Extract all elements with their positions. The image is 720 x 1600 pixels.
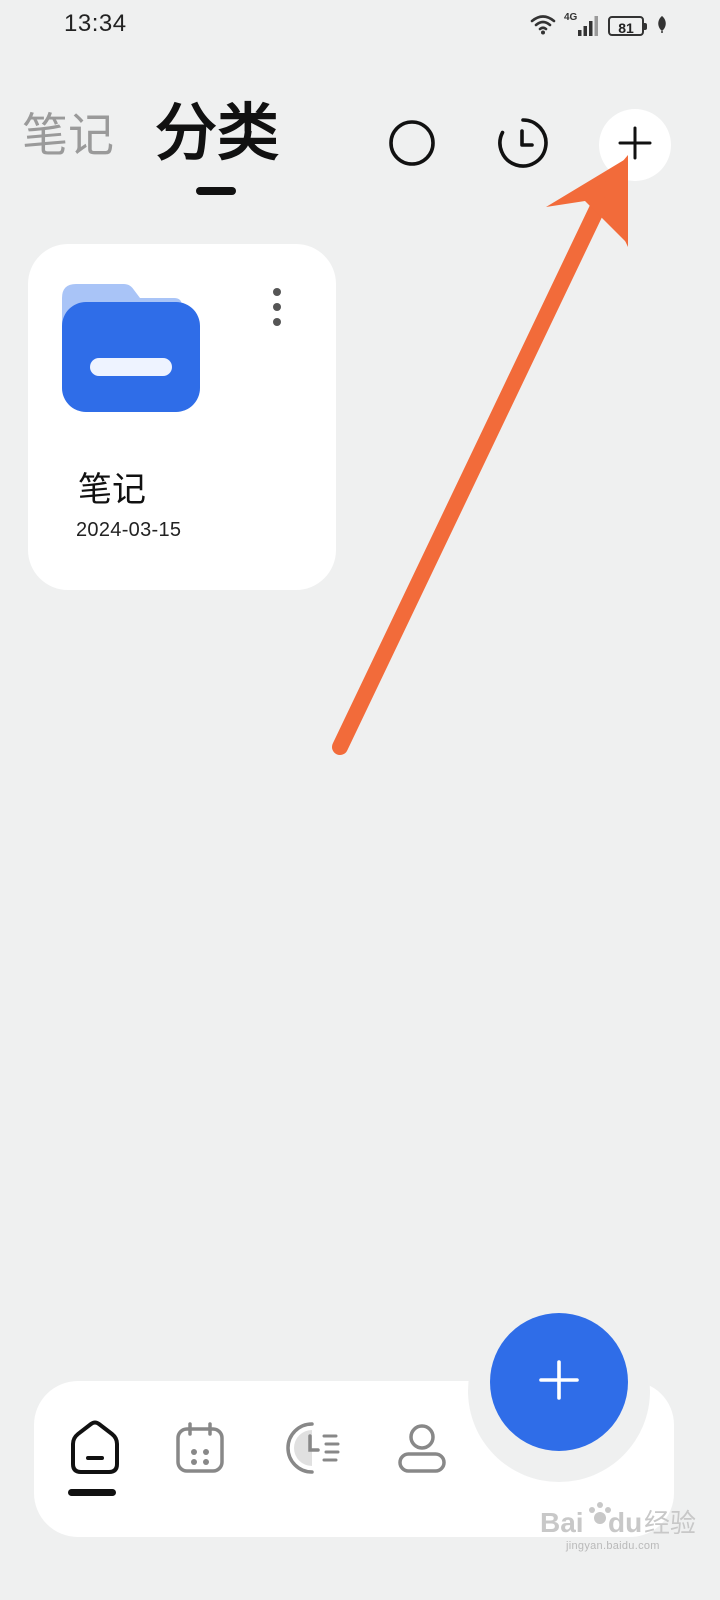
- profile-icon: [396, 1422, 448, 1479]
- tab-notes[interactable]: 笔记: [22, 112, 114, 158]
- nav-timeline[interactable]: [277, 1415, 347, 1485]
- clock-icon: [497, 117, 549, 174]
- signal-icon: 4G: [564, 12, 600, 38]
- battery-icon: 81: [608, 16, 647, 36]
- active-tab-indicator: [196, 187, 236, 195]
- plus-icon: [538, 1359, 580, 1406]
- nav-active-indicator: [68, 1489, 116, 1496]
- circle-icon: [388, 119, 436, 172]
- more-options-button[interactable]: [262, 284, 292, 334]
- notes-categories-screen: 13:34 4G 81 笔记 分类 笔记 2024-03-15 Bai du 经…: [0, 0, 720, 1600]
- category-name: 笔记: [78, 470, 146, 510]
- status-bar: 13:34 4G 81: [0, 0, 720, 56]
- home-icon: [67, 1420, 123, 1481]
- more-vertical-icon: [272, 287, 282, 332]
- calendar-icon: [174, 1421, 226, 1479]
- nav-calendar[interactable]: [165, 1415, 235, 1485]
- plus-icon: [618, 126, 652, 165]
- tab-categories[interactable]: 分类: [155, 102, 279, 164]
- history-button[interactable]: [487, 109, 559, 181]
- folder-icon: [62, 282, 202, 421]
- add-category-button[interactable]: [599, 109, 671, 181]
- leaf-icon: [656, 15, 668, 38]
- circle-button[interactable]: [376, 109, 448, 181]
- category-date: 2024-03-15: [76, 519, 182, 541]
- status-icons: 4G 81: [530, 10, 668, 42]
- new-note-fab[interactable]: [490, 1313, 628, 1451]
- category-card[interactable]: 笔记 2024-03-15: [28, 244, 336, 590]
- nav-profile[interactable]: [387, 1415, 457, 1485]
- watermark-url: jingyan.baidu.com: [566, 1540, 660, 1552]
- timeline-icon: [282, 1420, 342, 1481]
- wifi-icon: [530, 13, 556, 40]
- nav-home[interactable]: [60, 1415, 130, 1485]
- status-time: 13:34: [64, 10, 127, 37]
